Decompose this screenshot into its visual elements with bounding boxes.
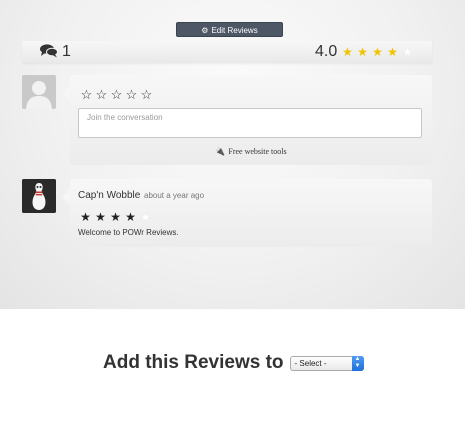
star-icon: ★ bbox=[125, 210, 136, 224]
edit-reviews-button[interactable]: ⚙ Edit Reviews bbox=[176, 22, 283, 37]
compose-review-panel: ☆ ☆ ☆ ☆ ☆ Join the conversation 🔌 Free we… bbox=[62, 75, 432, 165]
powered-by-label: Free website tools bbox=[228, 147, 287, 156]
reviews-widget-area: ⚙ Edit Reviews 1 4.0 ★ ★ ★ ★ ★ ☆ ☆ ☆ ☆ ☆… bbox=[0, 0, 465, 309]
star-icon: ★ bbox=[387, 45, 398, 59]
star-empty-icon: ★ bbox=[402, 45, 413, 59]
user-avatar bbox=[22, 179, 56, 213]
review-rating-stars: ★ ★ ★ ★ ★ bbox=[78, 210, 153, 224]
review-item: Cap'n Wobble about a year ago ★ ★ ★ ★ ★ … bbox=[62, 179, 432, 247]
star-icon: ★ bbox=[372, 45, 383, 59]
add-to-title: Add this Reviews to bbox=[103, 352, 284, 373]
review-timestamp: about a year ago bbox=[144, 191, 205, 200]
average-rating: 4.0 bbox=[315, 43, 338, 60]
add-to-site-section: Add this Reviews to - Select - ▲ ▼ bbox=[103, 352, 364, 374]
star-icon: ★ bbox=[357, 45, 368, 59]
powered-by-link[interactable]: 🔌 Free website tools bbox=[70, 147, 432, 156]
star-icon: ★ bbox=[95, 210, 106, 224]
comment-input[interactable]: Join the conversation bbox=[78, 108, 422, 138]
star-icon: ★ bbox=[80, 210, 91, 224]
site-select[interactable]: - Select - ▲ ▼ bbox=[289, 355, 364, 371]
comments-icon bbox=[40, 44, 58, 58]
star-outline-icon[interactable]: ☆ bbox=[79, 87, 94, 103]
star-empty-icon: ★ bbox=[140, 210, 151, 224]
site-select-value: - Select - bbox=[294, 358, 327, 368]
comment-placeholder: Join the conversation bbox=[87, 113, 163, 122]
star-outline-icon[interactable]: ☆ bbox=[109, 87, 124, 103]
select-arrows-icon: ▲ ▼ bbox=[351, 355, 364, 371]
anonymous-avatar bbox=[22, 75, 56, 109]
plug-icon: 🔌 bbox=[215, 147, 226, 156]
review-text: Welcome to POWr Reviews. bbox=[78, 228, 179, 237]
reviews-summary-bar: 1 4.0 ★ ★ ★ ★ ★ bbox=[22, 41, 432, 63]
star-icon: ★ bbox=[342, 45, 353, 59]
bowling-pin-mascot-icon bbox=[22, 179, 56, 213]
star-outline-icon[interactable]: ☆ bbox=[139, 87, 154, 103]
average-rating-stars: ★ ★ ★ ★ ★ bbox=[340, 41, 415, 63]
rating-picker[interactable]: ☆ ☆ ☆ ☆ ☆ bbox=[79, 87, 154, 103]
star-outline-icon[interactable]: ☆ bbox=[94, 87, 109, 103]
star-outline-icon[interactable]: ☆ bbox=[124, 87, 139, 103]
gears-icon: ⚙ bbox=[201, 26, 209, 35]
user-silhouette-icon bbox=[26, 81, 52, 109]
star-icon: ★ bbox=[110, 210, 121, 224]
comment-count: 1 bbox=[62, 43, 71, 60]
review-author: Cap'n Wobble bbox=[78, 190, 141, 201]
edit-reviews-label: Edit Reviews bbox=[211, 26, 258, 35]
